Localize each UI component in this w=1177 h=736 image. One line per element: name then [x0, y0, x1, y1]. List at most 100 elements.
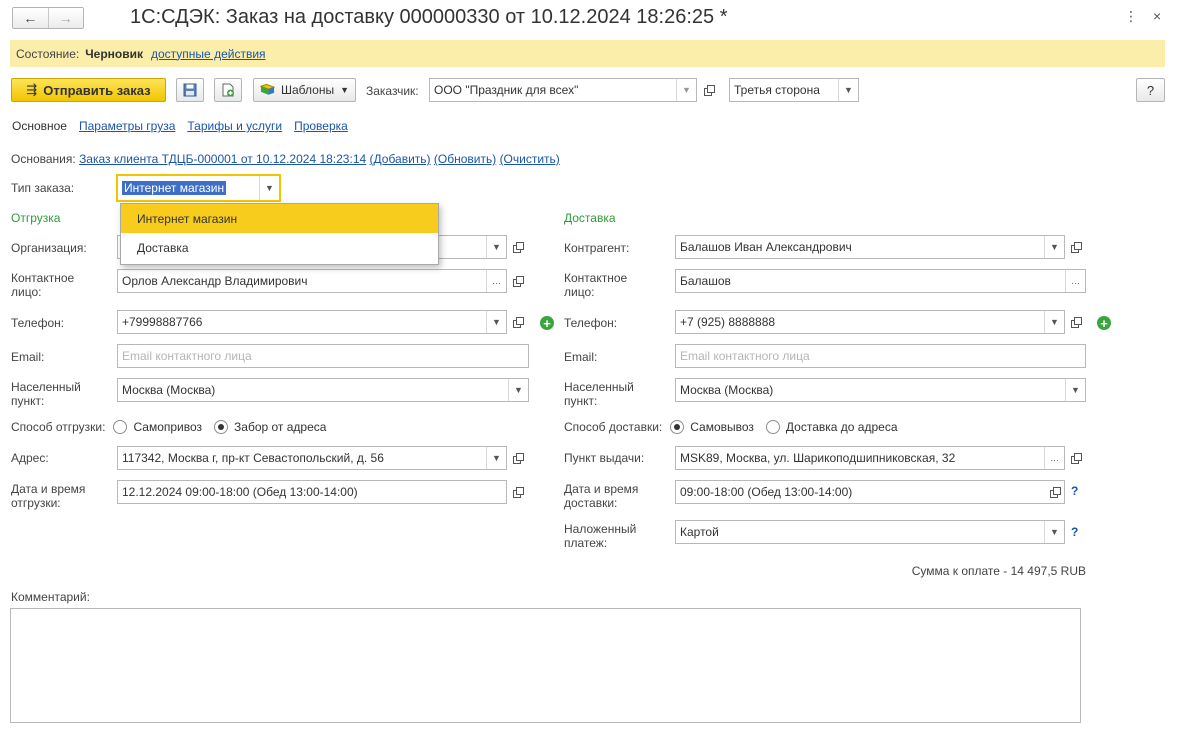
more-menu-icon[interactable]: ⋮	[1124, 8, 1138, 25]
shipment-contact-field[interactable]: Орлов Александр Владимирович …	[117, 269, 507, 293]
cod-help-icon[interactable]: ?	[1071, 525, 1078, 539]
basis-update-link[interactable]: (Обновить)	[434, 152, 496, 166]
tab-main[interactable]: Основное	[12, 119, 67, 133]
order-type-label: Тип заказа:	[11, 181, 75, 195]
save-and-close-button[interactable]	[214, 78, 242, 102]
ellipsis-icon[interactable]: …	[1065, 270, 1085, 292]
counterparty-field[interactable]: Балашов Иван Александрович ▼	[675, 235, 1065, 259]
back-arrow-icon[interactable]: ←	[13, 8, 48, 28]
basis-row: Основания: Заказ клиента ТДЦБ-000001 от …	[11, 152, 560, 166]
basis-add-link[interactable]: (Добавить)	[370, 152, 431, 166]
radio-off-icon	[113, 420, 128, 434]
delivery-method-pickup[interactable]: Самовывоз	[670, 420, 754, 434]
save-button[interactable]	[176, 78, 204, 102]
shipment-address-field[interactable]: 117342, Москва г, пр-кт Севастопольский,…	[117, 446, 507, 470]
open-icon[interactable]	[508, 236, 528, 258]
radio-off-icon	[765, 420, 780, 434]
add-phone-icon[interactable]: +	[1097, 316, 1111, 330]
chevron-down-icon[interactable]: ▼	[486, 236, 506, 258]
chevron-down-icon[interactable]: ▼	[486, 447, 506, 469]
delivery-city-label: Населенный пункт:	[564, 380, 634, 408]
delivery-city-field[interactable]: Москва (Москва) ▼	[675, 378, 1086, 402]
shipment-contact-label: Контактное лицо:	[11, 271, 75, 299]
window-title: 1С:СДЭК: Заказ на доставку 000000330 от …	[130, 6, 728, 28]
customer-field[interactable]: ООО "Праздник для всех" ▼	[429, 78, 697, 102]
floppy-icon	[183, 83, 197, 97]
shipment-method-self[interactable]: Самопривоз	[113, 420, 202, 434]
delivery-email-label: Email:	[564, 350, 598, 364]
available-actions-link[interactable]: доступные действия	[151, 47, 266, 61]
chevron-down-icon[interactable]: ▼	[1065, 379, 1085, 401]
open-icon[interactable]	[1045, 481, 1065, 503]
chevron-down-icon[interactable]: ▼	[259, 176, 279, 200]
shipment-city-field[interactable]: Москва (Москва) ▼	[117, 378, 529, 402]
open-icon[interactable]	[1066, 311, 1086, 333]
third-party-field[interactable]: Третья сторона ▼	[729, 78, 859, 102]
comment-textarea[interactable]	[10, 608, 1081, 723]
dropdown-option-online-store[interactable]: Интернет магазин	[121, 204, 438, 233]
delivery-phone-field[interactable]: +7 (925) 8888888 ▼	[675, 310, 1065, 334]
shipment-method-label: Способ отгрузки:	[11, 420, 106, 434]
cod-field[interactable]: Картой ▼	[675, 520, 1065, 544]
open-icon[interactable]	[699, 79, 719, 101]
chevron-down-icon: ▼	[340, 85, 349, 95]
shipment-section-title: Отгрузка	[11, 211, 61, 225]
forward-arrow-icon[interactable]: →	[47, 8, 84, 28]
chevron-down-icon[interactable]: ▼	[1044, 311, 1064, 333]
dropdown-option-delivery[interactable]: Доставка	[121, 233, 438, 262]
open-icon[interactable]	[508, 270, 528, 292]
open-icon[interactable]	[508, 447, 528, 469]
delivery-datetime-label: Дата и время доставки:	[564, 482, 639, 510]
total-amount: Сумма к оплате - 14 497,5 RUB	[911, 564, 1086, 578]
chevron-down-icon[interactable]: ▼	[486, 311, 506, 333]
delivery-datetime-field[interactable]: 09:00-18:00 (Обед 13:00-14:00)	[675, 480, 1065, 504]
order-type-value: Интернет магазин	[122, 181, 227, 195]
shipment-datetime-label: Дата и время отгрузки:	[11, 482, 86, 510]
send-order-button[interactable]: ⇶ Отправить заказ	[11, 78, 166, 102]
ellipsis-icon[interactable]: …	[486, 270, 506, 292]
shipment-method-pickup[interactable]: Забор от адреса	[214, 420, 326, 434]
shipment-datetime-field[interactable]: 12.12.2024 09:00-18:00 (Обед 13:00-14:00…	[117, 480, 507, 504]
add-phone-icon[interactable]: +	[540, 316, 554, 330]
state-bar: Состояние: Черновик доступные действия	[10, 40, 1165, 67]
chevron-down-icon[interactable]: ▼	[676, 79, 696, 101]
basis-link[interactable]: Заказ клиента ТДЦБ-000001 от 10.12.2024 …	[79, 152, 366, 166]
help-button[interactable]: ?	[1136, 78, 1165, 102]
shipment-phone-field[interactable]: +79998887766 ▼	[117, 310, 507, 334]
pickup-point-label: Пункт выдачи:	[564, 451, 645, 465]
organization-label: Организация:	[11, 241, 87, 255]
delivery-contact-field[interactable]: Балашов …	[675, 269, 1086, 293]
counterparty-label: Контрагент:	[564, 241, 630, 255]
delivery-phone-label: Телефон:	[564, 316, 618, 330]
template-icon	[260, 83, 275, 95]
chevron-down-icon[interactable]: ▼	[1044, 521, 1064, 543]
tab-cargo-params[interactable]: Параметры груза	[79, 119, 175, 133]
chevron-down-icon[interactable]: ▼	[508, 379, 528, 401]
basis-clear-link[interactable]: (Очистить)	[500, 152, 560, 166]
shipment-email-field[interactable]: Email контактного лица	[117, 344, 529, 368]
delivery-method-address[interactable]: Доставка до адреса	[765, 420, 898, 434]
tab-bar: Основное Параметры груза Тарифы и услуги…	[12, 119, 348, 133]
customer-label: Заказчик:	[366, 84, 419, 98]
close-icon[interactable]: ×	[1153, 8, 1161, 24]
delivery-email-field[interactable]: Email контактного лица	[675, 344, 1086, 368]
tab-check[interactable]: Проверка	[294, 119, 348, 133]
templates-button[interactable]: Шаблоны ▼	[253, 78, 356, 102]
ellipsis-icon[interactable]: …	[1044, 447, 1064, 469]
shipment-city-label: Населенный пункт:	[11, 380, 81, 408]
state-label: Состояние:	[16, 46, 80, 61]
chevron-down-icon[interactable]: ▼	[838, 79, 858, 101]
delivery-datetime-help-icon[interactable]: ?	[1071, 484, 1078, 498]
chevron-down-icon[interactable]: ▼	[1044, 236, 1064, 258]
order-type-dropdown: Интернет магазин Доставка	[120, 203, 439, 265]
open-icon[interactable]	[1066, 236, 1086, 258]
order-type-select[interactable]: Интернет магазин ▼	[116, 174, 281, 202]
tab-tariffs[interactable]: Тарифы и услуги	[187, 119, 282, 133]
state-value: Черновик	[85, 46, 143, 61]
open-icon[interactable]	[508, 311, 528, 333]
open-icon[interactable]	[1066, 447, 1086, 469]
open-icon[interactable]	[508, 481, 528, 503]
pickup-point-field[interactable]: MSK89, Москва, ул. Шарикоподшипниковская…	[675, 446, 1065, 470]
cod-label: Наложенный платеж:	[564, 522, 637, 550]
shipment-phone-label: Телефон:	[11, 316, 65, 330]
